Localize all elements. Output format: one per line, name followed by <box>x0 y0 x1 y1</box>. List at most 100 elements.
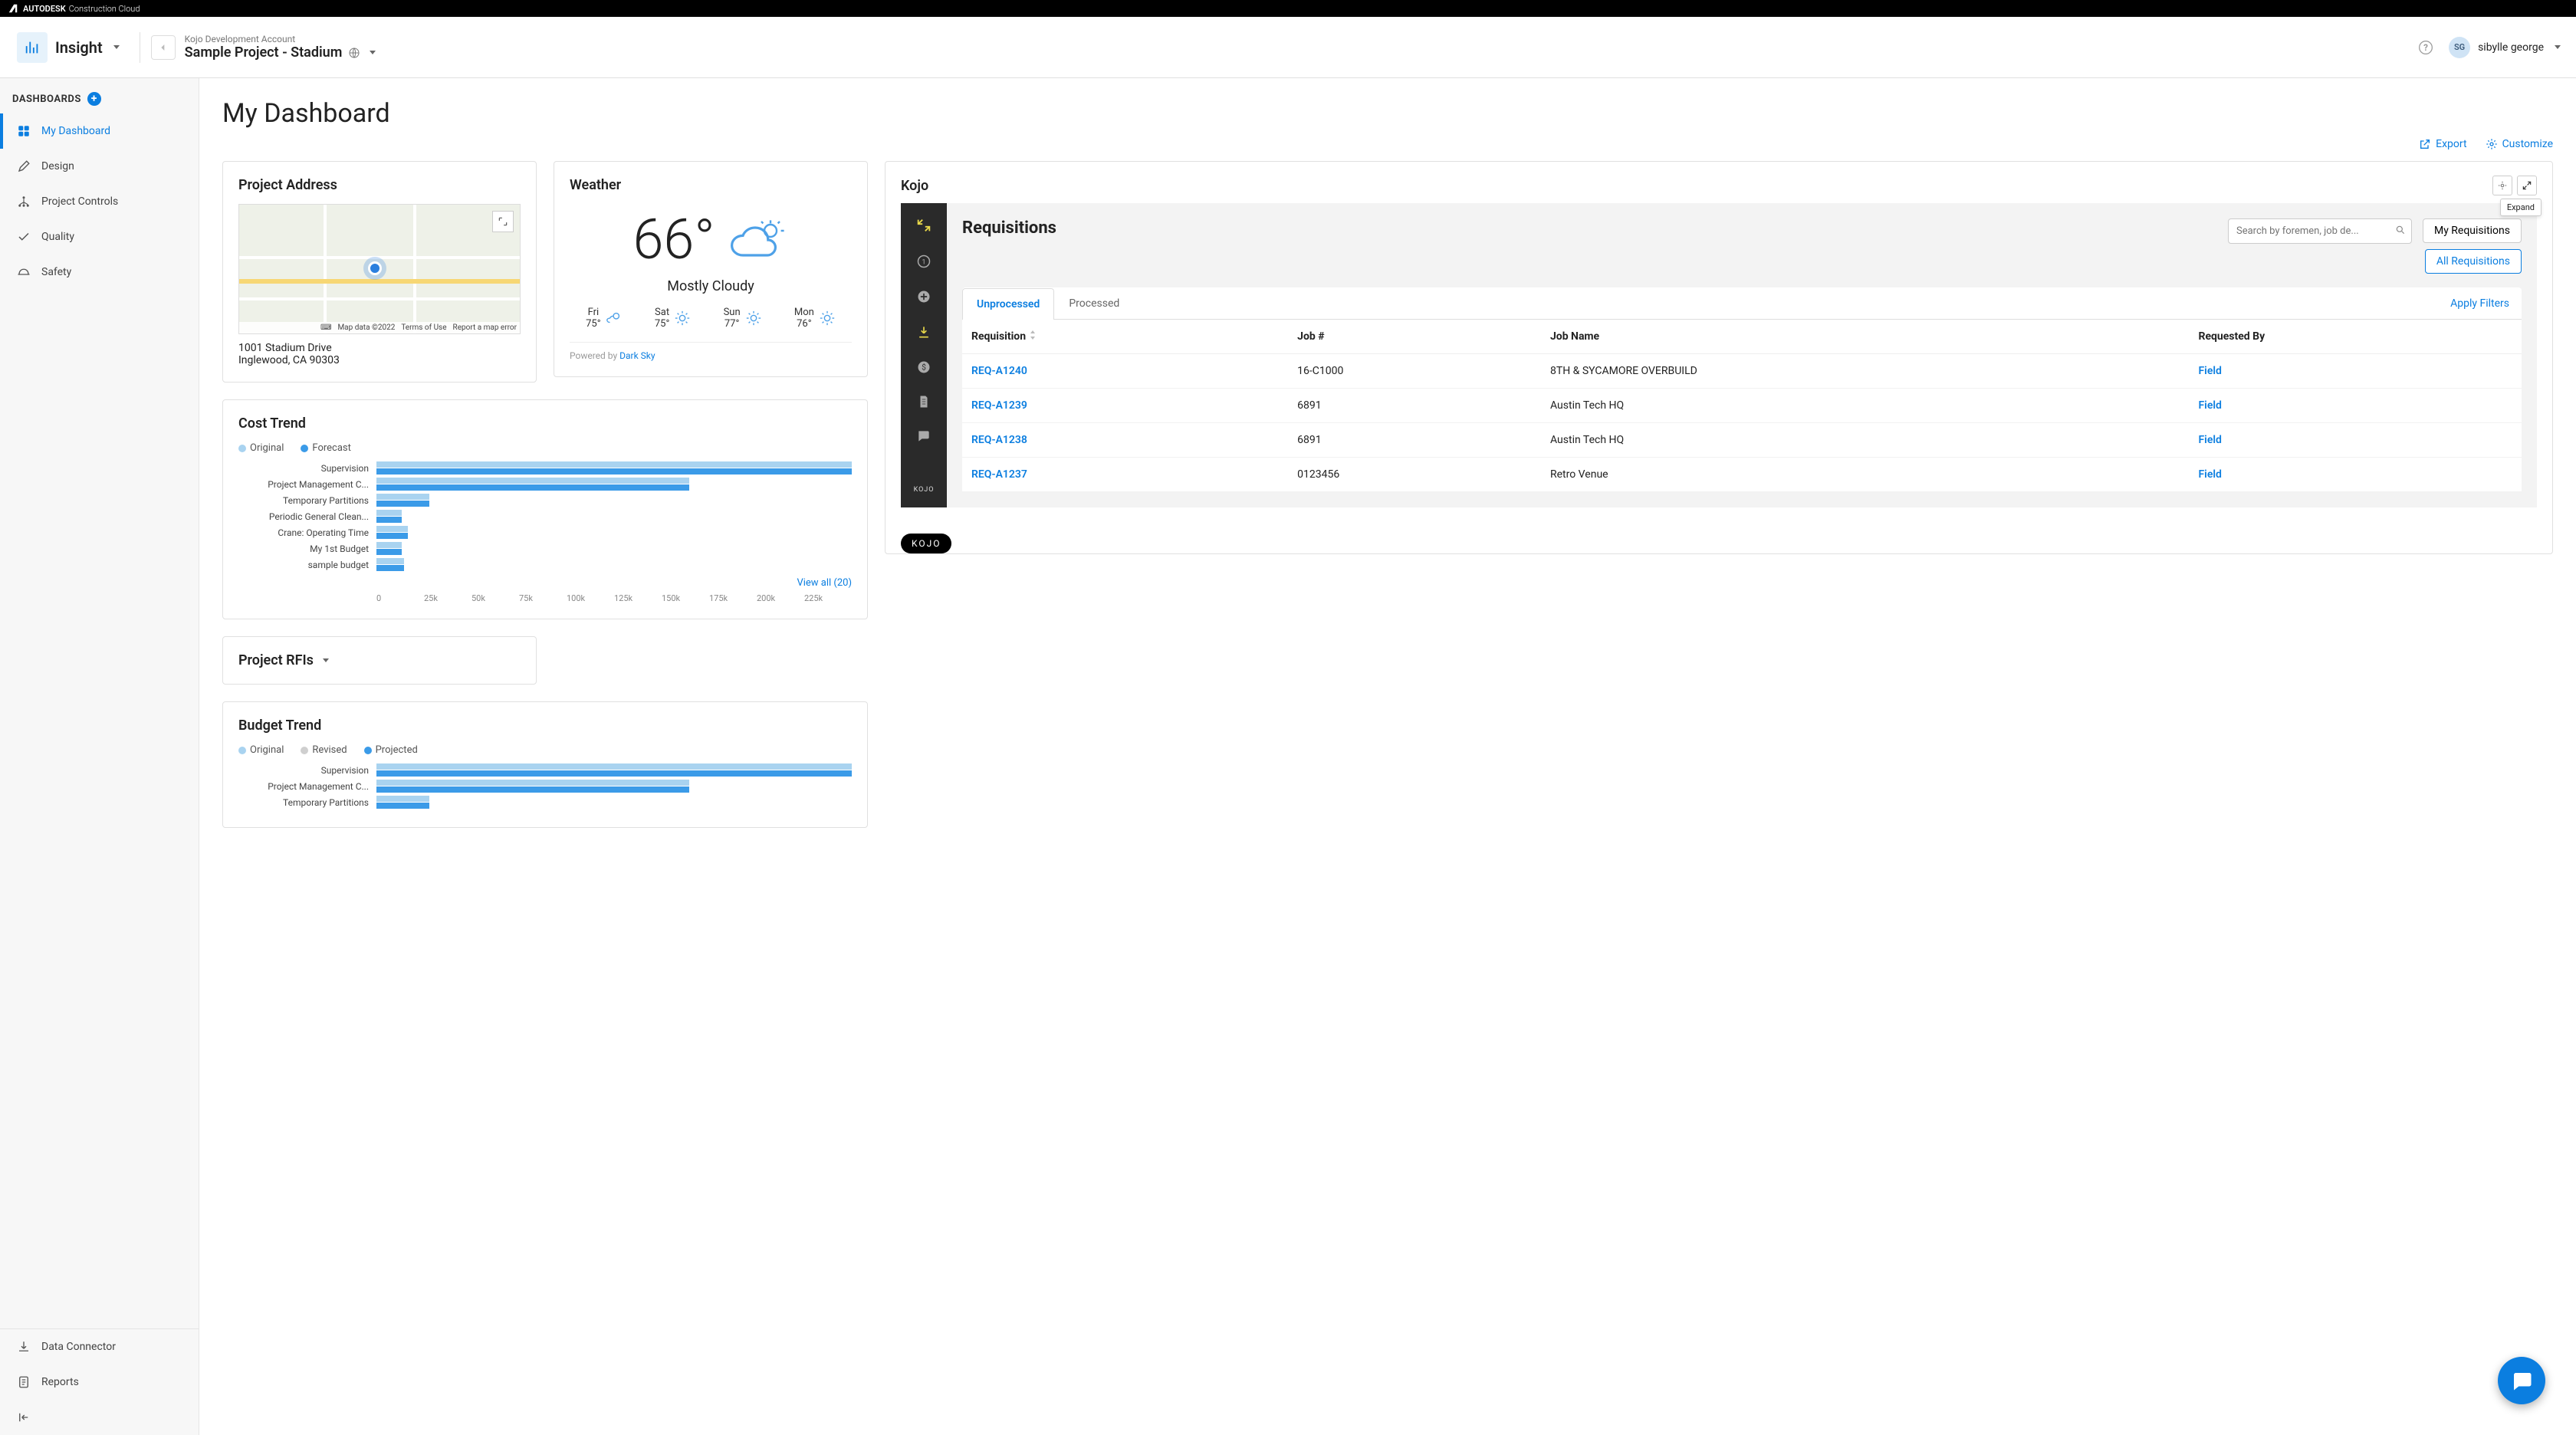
project-address-card: Project Address ⌨ Map data ©2022 Terms o… <box>222 161 537 383</box>
sunny-icon <box>819 310 836 327</box>
insight-icon <box>17 32 48 63</box>
customize-button[interactable]: Customize <box>2486 138 2553 150</box>
address-line-1: 1001 Stadium Drive <box>238 342 521 354</box>
chart-xaxis: 025k50k75k100k125k150k175k200k225k <box>376 593 852 603</box>
expand-icon <box>2522 180 2532 191</box>
chat-fab[interactable] <box>2498 1357 2545 1404</box>
rail-download-icon[interactable] <box>916 324 932 340</box>
apply-filters-link[interactable]: Apply Filters <box>2438 288 2522 319</box>
requisition-link[interactable]: REQ-A1239 <box>971 399 1027 412</box>
sidebar-item-safety[interactable]: Safety <box>0 254 199 290</box>
add-dashboard-button[interactable]: + <box>87 92 101 106</box>
hardhat-icon <box>17 265 31 279</box>
rail-doc-icon[interactable] <box>917 395 931 409</box>
requested-by-link[interactable]: Field <box>2198 468 2221 481</box>
weather-card: Weather 66° Mostly Cloudy Fri75° Sat75° … <box>554 161 868 377</box>
forecast-day: Sat75° <box>655 307 691 330</box>
card-expand-button[interactable] <box>2517 176 2537 195</box>
chevron-down-icon <box>370 51 376 54</box>
export-icon <box>2419 138 2431 150</box>
requisitions-table: Requisition Job # Job Name Requested By … <box>962 320 2522 492</box>
sunny-icon <box>674 310 691 327</box>
current-temp: 66° <box>632 207 715 272</box>
requested-by-link[interactable]: Field <box>2198 399 2221 412</box>
chevron-down-icon <box>2555 45 2561 49</box>
address-line-2: Inglewood, CA 90303 <box>238 354 521 366</box>
user-menu[interactable]: SG sibylle george <box>2449 37 2561 58</box>
pencil-icon <box>17 159 31 173</box>
sidebar-item-reports[interactable]: Reports <box>0 1364 199 1400</box>
sort-icon <box>1029 330 1037 340</box>
budget-trend-card: Budget Trend Original Revised Projected … <box>222 701 868 828</box>
cost-trend-card: Cost Trend Original Forecast Supervision… <box>222 399 868 619</box>
cost-trend-chart: SupervisionProject Management C...Tempor… <box>238 461 852 572</box>
sunny-icon <box>745 310 762 327</box>
sidebar-item-project-controls[interactable]: Project Controls <box>0 184 199 219</box>
search-input[interactable] <box>2228 218 2412 244</box>
kojo-rail: 1 $ KOJO <box>901 203 947 507</box>
requisition-link[interactable]: REQ-A1240 <box>971 365 1027 377</box>
sidebar-heading: DASHBOARDS + <box>0 78 199 113</box>
avatar: SG <box>2449 37 2470 58</box>
requisition-link[interactable]: REQ-A1238 <box>971 434 1027 446</box>
svg-text:1: 1 <box>922 258 925 266</box>
download-icon <box>17 1340 31 1354</box>
autodesk-logo-icon <box>8 3 18 14</box>
network-icon <box>17 195 31 209</box>
brand-bar: AUTODESK Construction Cloud <box>0 0 2576 17</box>
tab-unprocessed[interactable]: Unprocessed <box>962 288 1054 320</box>
sidebar-item-quality[interactable]: Quality <box>0 219 199 254</box>
rail-chat-icon[interactable] <box>916 429 932 444</box>
gear-icon <box>2486 138 2498 150</box>
rail-expand-icon[interactable] <box>915 217 932 234</box>
sidebar: DASHBOARDS + My Dashboard Design Project… <box>0 78 199 1435</box>
my-requisitions-button[interactable]: My Requisitions <box>2423 218 2522 243</box>
table-row: REQ-A124016-C10008TH & SYCAMORE OVERBUIL… <box>962 354 2522 389</box>
tab-processed[interactable]: Processed <box>1054 287 1134 319</box>
requested-by-link[interactable]: Field <box>2198 365 2221 377</box>
chart-legend: Original Revised Projected <box>238 744 852 756</box>
col-requested-by[interactable]: Requested By <box>2189 320 2522 354</box>
table-row: REQ-A12386891Austin Tech HQField <box>962 423 2522 458</box>
kojo-logo-badge: KOJO <box>901 534 951 553</box>
help-button[interactable]: ? <box>2418 40 2433 55</box>
user-name: sibylle george <box>2478 41 2544 54</box>
brand-name: AUTODESK <box>23 4 66 14</box>
globe-icon <box>348 47 360 59</box>
card-title: Kojo <box>901 178 2492 194</box>
module-switcher[interactable]: Insight <box>8 28 129 67</box>
col-requisition[interactable]: Requisition <box>962 320 1288 354</box>
rail-one-icon[interactable]: 1 <box>916 254 932 269</box>
table-row: REQ-A12370123456Retro VenueField <box>962 458 2522 492</box>
map[interactable]: ⌨ Map data ©2022 Terms of Use Report a m… <box>238 204 521 334</box>
rail-plus-icon[interactable] <box>916 289 932 304</box>
requisition-link[interactable]: REQ-A1237 <box>971 468 1027 481</box>
card-settings-button[interactable] <box>2492 176 2512 195</box>
top-bar: Insight Kojo Development Account Sample … <box>0 17 2576 78</box>
card-title: Project Address <box>238 177 521 193</box>
back-button[interactable] <box>151 35 176 60</box>
col-job-no[interactable]: Job # <box>1288 320 1541 354</box>
requisition-tabs: Unprocessed Processed Apply Filters <box>962 287 2522 320</box>
project-selector[interactable]: Kojo Development Account Sample Project … <box>185 34 376 61</box>
requested-by-link[interactable]: Field <box>2198 434 2221 446</box>
dark-sky-link[interactable]: Dark Sky <box>619 350 655 361</box>
sidebar-item-design[interactable]: Design <box>0 149 199 184</box>
all-requisitions-button[interactable]: All Requisitions <box>2425 249 2522 274</box>
forecast-day: Fri75° <box>586 307 622 330</box>
svg-text:$: $ <box>922 362 926 372</box>
export-button[interactable]: Export <box>2419 138 2466 150</box>
page-title: My Dashboard <box>222 98 2553 129</box>
rail-dollar-icon[interactable]: $ <box>916 360 932 375</box>
rfi-dropdown[interactable]: Project RFIs <box>238 652 521 668</box>
sidebar-item-my-dashboard[interactable]: My Dashboard <box>0 113 199 149</box>
map-expand-button[interactable] <box>492 211 514 232</box>
rail-logo: KOJO <box>914 486 935 494</box>
col-job-name[interactable]: Job Name <box>1541 320 2190 354</box>
sidebar-item-data-connector[interactable]: Data Connector <box>0 1329 199 1364</box>
module-name: Insight <box>55 38 103 57</box>
sidebar-collapse-button[interactable] <box>0 1400 199 1435</box>
chat-icon <box>2510 1369 2533 1392</box>
account-name: Kojo Development Account <box>185 34 376 44</box>
view-all-link[interactable]: View all (20) <box>797 577 852 589</box>
